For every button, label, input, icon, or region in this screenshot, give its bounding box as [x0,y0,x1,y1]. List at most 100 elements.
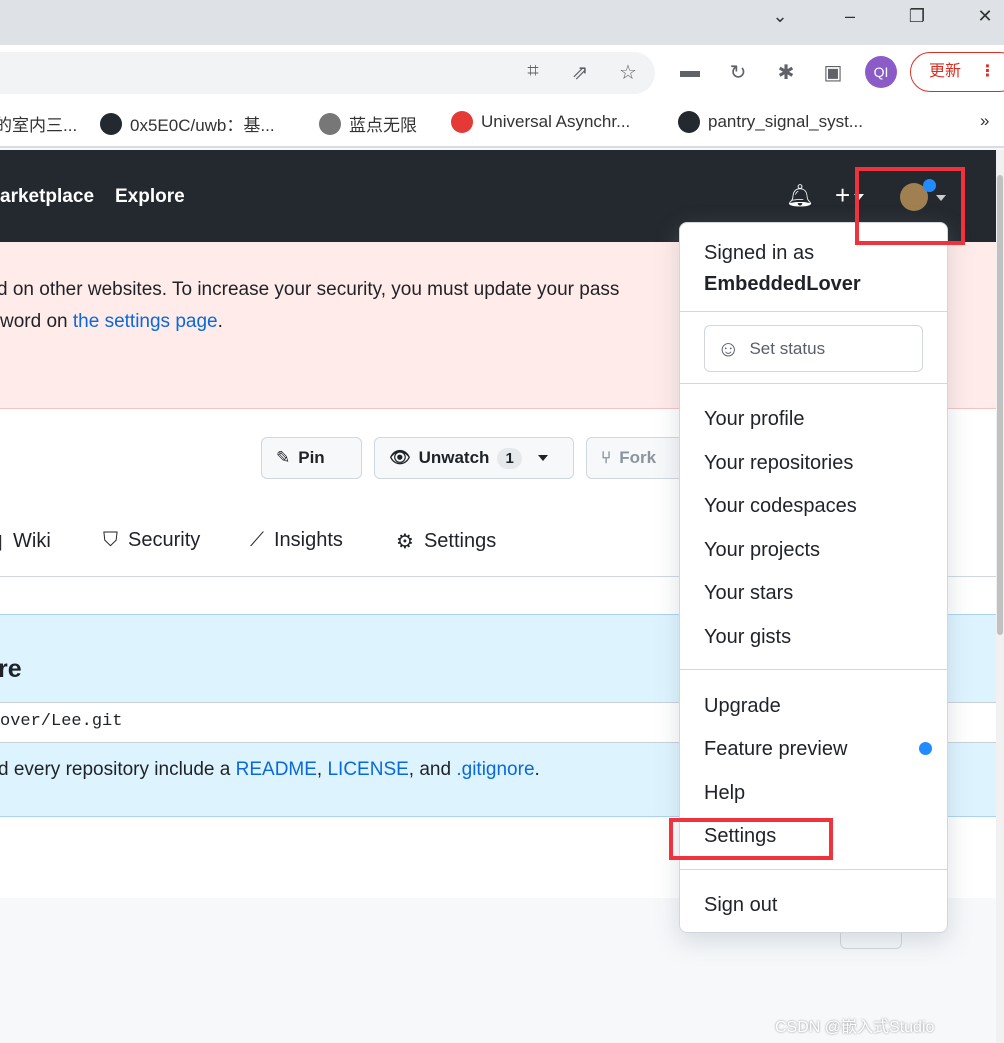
sidebar-icon[interactable]: ▣ [820,60,846,85]
tab-insights[interactable]: ⟋ Insights [250,529,343,552]
feature-preview-dot [919,742,932,755]
license-link[interactable]: LICENSE [327,759,408,780]
bookmarks-more-button[interactable]: » [980,111,989,131]
tab-label: Settings [423,530,497,552]
bookmark-star-icon[interactable]: ☆ [615,60,641,85]
divider [680,869,947,870]
close-icon[interactable]: ✕ [970,6,1000,27]
tab-settings[interactable]: ⚙ Settings [396,529,496,554]
share-icon[interactable]: ⇗ [567,60,593,85]
menu-your-gists[interactable]: Your gists [704,626,791,649]
tip-text: . [534,759,540,780]
bookmark-label: 的室内三... [0,116,78,135]
bookmarks-bar: 的室内三... 0x5E0C/uwb：基... 蓝点无限 Universal A… [0,98,1004,148]
menu-your-stars[interactable]: Your stars [704,582,793,605]
update-button[interactable]: 更新 ⋮ [910,52,1004,92]
menu-help[interactable]: Help [704,782,745,805]
divider [680,311,947,312]
chevron-down-icon [537,455,548,461]
menu-feature-preview[interactable]: Feature preview [704,738,847,761]
bookmark-label: pantry_signal_syst... [708,112,863,131]
menu-your-codespaces[interactable]: Your codespaces [704,495,857,518]
pin-label: Pin [298,448,325,467]
chevron-down-icon[interactable] [936,184,946,210]
banner-line2: word on the settings page. [0,311,223,333]
tip-text: d every repository include a [0,759,236,780]
minimize-icon[interactable]: – [835,6,865,27]
graph-icon: ⟋ [250,529,264,551]
menu-settings[interactable]: Settings [704,825,776,848]
scrollbar-thumb[interactable] [997,175,1003,635]
bell-icon[interactable]: 🔔︎ [786,183,814,209]
tab-search-icon[interactable]: ⌄ [765,6,795,27]
nav-explore[interactable]: Explore [115,186,185,208]
bookmark-label: 0x5E0C/uwb：基... [130,116,275,135]
translate-icon[interactable]: ⌗ [520,60,546,83]
tab-label: Insights [274,529,343,551]
gear-icon: ⚙ [396,531,414,553]
shield-icon: ⛉ [103,529,118,551]
watch-count: 1 [497,447,522,469]
tab-label: Wiki [13,530,51,552]
menu-upgrade[interactable]: Upgrade [704,695,781,718]
unwatch-button[interactable]: 👁︎ Unwatch 1 [374,437,574,479]
browser-toolbar: ⌗ ⇗ ☆ ▬ ↻ ✱ ▣ QI 更新 ⋮ [0,45,1004,98]
bookmark-item[interactable]: 0x5E0C/uwb：基... [100,111,275,136]
banner-line1: d on other websites. To increase your se… [0,279,620,300]
globe-icon [319,112,341,135]
bookmark-label: 蓝点无限 [349,116,417,135]
tab-label: Security [128,529,201,551]
user-dropdown-menu: Signed in as EmbeddedLover ☺ Set status Y… [679,222,948,933]
book-icon: ▯ [0,529,3,554]
bookmark-label: Universal Asynchr... [481,112,631,131]
github-icon [678,111,700,133]
unwatch-label: Unwatch [418,448,490,467]
set-status-label: Set status [749,338,826,358]
more-menu-icon: ⋮ [979,63,996,80]
eye-icon: 👁︎ [389,448,411,467]
smiley-icon: ☺ [717,335,740,361]
extensions-puzzle-icon[interactable]: ✱ [773,60,799,85]
set-status-button[interactable]: ☺ Set status [704,325,923,372]
pin-button[interactable]: ✎ Pin [261,437,362,479]
divider [680,383,947,384]
bookmark-item[interactable]: 的室内三... [0,111,77,136]
divider [680,669,947,670]
tip-text: , [316,759,328,780]
notification-dot [923,179,936,192]
quick-setup-heading: re [0,655,22,683]
menu-your-repositories[interactable]: Your repositories [704,452,853,475]
restore-icon[interactable]: ❐ [902,6,932,27]
bookmark-item[interactable]: pantry_signal_syst... [678,111,863,133]
create-new-button[interactable]: + [835,180,865,211]
watermark: CSDN @嵌入式Studio [775,1019,935,1036]
extension-icon[interactable]: ▬ [677,60,703,83]
menu-your-profile[interactable]: Your profile [704,408,804,431]
pin-icon: ✎ [276,448,291,467]
window-title-bar: ⌄ – ❐ ✕ [0,0,1004,45]
readme-link[interactable]: README [236,759,317,780]
quick-setup-tip: d every repository include a README, LIC… [0,759,540,781]
bookmark-item[interactable]: Universal Asynchr... [451,111,630,133]
gitignore-link[interactable]: .gitignore [456,759,534,780]
update-label: 更新 [929,63,962,80]
address-bar[interactable] [0,52,655,94]
tab-security[interactable]: ⛉ Security [103,529,200,552]
nav-marketplace[interactable]: arketplace [0,186,94,208]
settings-page-link[interactable]: the settings page [73,311,218,332]
fork-icon: ⑂ [601,448,612,467]
banner-text: word on [0,311,73,332]
tab-wiki[interactable]: ▯ Wiki [0,529,51,554]
username[interactable]: EmbeddedLover [704,273,861,296]
bookmark-item[interactable]: 蓝点无限 [319,111,417,136]
espressif-icon [451,111,473,133]
menu-sign-out[interactable]: Sign out [704,894,777,917]
banner-text: . [217,311,223,332]
clone-url: over/Lee.git [0,712,123,731]
tip-text: , and [408,759,457,780]
profile-avatar[interactable]: QI [865,56,897,88]
signed-in-label: Signed in as [704,242,815,264]
menu-your-projects[interactable]: Your projects [704,539,820,562]
fork-label: Fork [619,448,657,467]
translate-extension-icon[interactable]: ↻ [725,60,751,85]
